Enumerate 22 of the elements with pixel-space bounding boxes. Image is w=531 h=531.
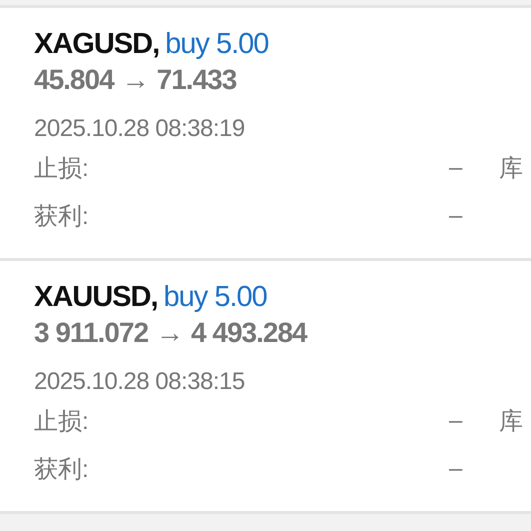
arrow-glyph: → bbox=[156, 316, 184, 350]
symbol-name: XAUUSD, bbox=[34, 281, 158, 313]
field-value: – bbox=[449, 455, 464, 483]
arrow-glyph: → bbox=[122, 63, 149, 97]
open-price: 45.804 bbox=[34, 63, 114, 97]
close-price: 4 493.284 bbox=[191, 316, 307, 350]
field-label: 获利: bbox=[34, 202, 90, 232]
field-label: 获利: bbox=[34, 455, 90, 485]
field-label: 止损: bbox=[34, 154, 90, 184]
field-value: – bbox=[449, 407, 464, 435]
trade-time: 2025.10.28 08:38:15 bbox=[34, 367, 246, 397]
field-value: – bbox=[449, 202, 464, 230]
field-label: 库 bbox=[499, 408, 523, 435]
field-label: 库 bbox=[499, 155, 523, 182]
trade-side: buy 5.00 bbox=[165, 28, 268, 60]
field-label: 止损: bbox=[34, 407, 90, 437]
open-price: 3 911.072 bbox=[34, 316, 148, 350]
trade-side: buy 5.00 bbox=[164, 281, 267, 313]
trade-time: 2025.10.28 08:38:19 bbox=[34, 114, 246, 144]
close-price: 71.433 bbox=[156, 63, 236, 97]
symbol-name: XAGUSD, bbox=[34, 28, 160, 60]
field-value: – bbox=[449, 154, 464, 182]
